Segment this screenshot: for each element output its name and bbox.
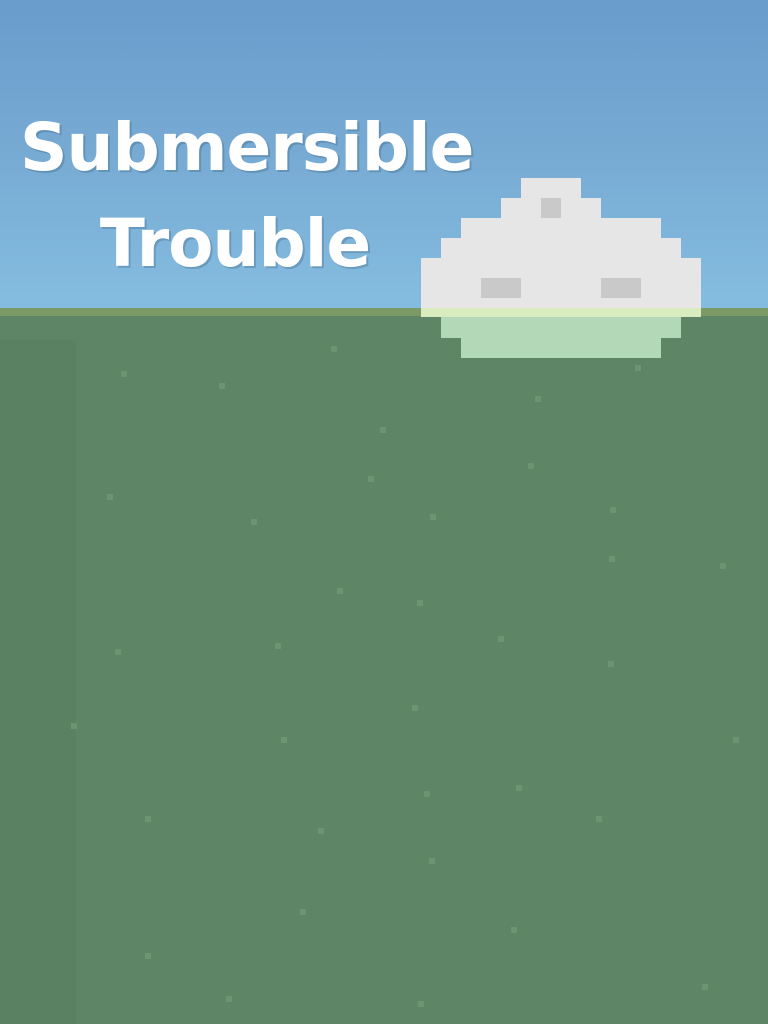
bubble-speck xyxy=(145,953,151,959)
bubble-speck xyxy=(368,476,374,482)
bubble-speck xyxy=(535,396,541,402)
bubble-speck xyxy=(337,588,343,594)
submarine-submerged-hull xyxy=(441,317,681,338)
submarine-waterline xyxy=(421,308,701,317)
submarine-window-right xyxy=(601,278,641,298)
bubble-speck xyxy=(418,1001,424,1007)
submarine-periscope xyxy=(541,198,561,218)
game-scene: Submersible Trouble xyxy=(0,0,768,1024)
bubble-speck xyxy=(380,427,386,433)
bubble-speck xyxy=(251,519,257,525)
game-title: Submersible Trouble xyxy=(20,100,474,292)
submarine-window-left xyxy=(481,278,521,298)
bubble-speck xyxy=(107,494,113,500)
bubble-speck xyxy=(71,723,77,729)
bubble-speck xyxy=(702,984,708,990)
bubble-speck xyxy=(429,858,435,864)
bubble-speck xyxy=(275,643,281,649)
bubble-speck xyxy=(281,737,287,743)
bubble-speck xyxy=(596,816,602,822)
submarine-hull-middle xyxy=(421,258,701,308)
bubble-speck xyxy=(121,371,127,377)
bubble-speck xyxy=(226,996,232,1002)
bubble-speck xyxy=(430,514,436,520)
submarine-hull-upper xyxy=(441,238,681,258)
bubble-speck xyxy=(608,661,614,667)
bubble-speck xyxy=(331,346,337,352)
bubble-speck xyxy=(610,507,616,513)
submarine-sprite xyxy=(420,177,702,359)
bubble-speck xyxy=(300,909,306,915)
bubble-speck xyxy=(720,563,726,569)
title-line-2: Trouble xyxy=(99,205,371,282)
bubble-speck xyxy=(318,828,324,834)
bubble-speck xyxy=(145,816,151,822)
submarine-tower xyxy=(521,178,581,198)
bubble-speck xyxy=(417,600,423,606)
bubble-speck xyxy=(498,636,504,642)
bubble-speck xyxy=(609,556,615,562)
bubble-speck xyxy=(528,463,534,469)
bubble-speck xyxy=(511,927,517,933)
bubble-speck xyxy=(733,737,739,743)
bubble-speck xyxy=(115,649,121,655)
title-line-1: Submersible xyxy=(20,109,474,186)
submarine-hull-top xyxy=(461,218,661,238)
submarine-keel xyxy=(461,338,661,358)
bubble-speck xyxy=(516,785,522,791)
bubble-speck xyxy=(635,365,641,371)
bubble-speck xyxy=(412,705,418,711)
bubble-speck xyxy=(219,383,225,389)
bubble-speck xyxy=(424,791,430,797)
